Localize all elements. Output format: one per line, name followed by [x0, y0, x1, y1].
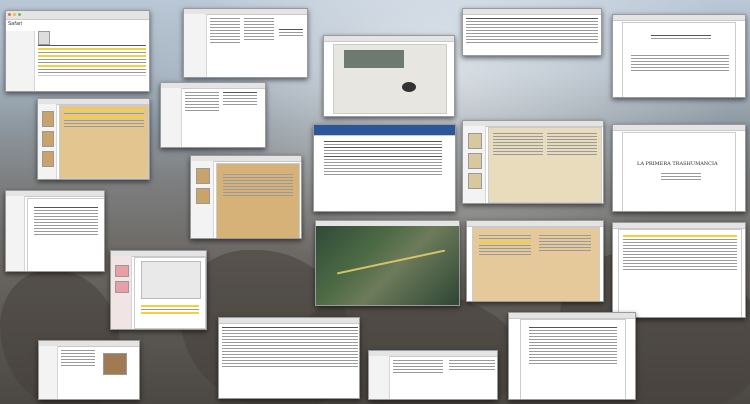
- browser-label: Safari: [8, 21, 23, 27]
- window-finder[interactable]: [38, 340, 140, 400]
- window-browser[interactable]: Safari: [5, 10, 150, 92]
- window-photo-preview[interactable]: [323, 35, 455, 117]
- window-word[interactable]: [313, 124, 456, 212]
- window-finder[interactable]: [183, 8, 308, 78]
- window-document[interactable]: [5, 190, 105, 272]
- window-book[interactable]: [462, 120, 604, 204]
- window-book[interactable]: [466, 220, 604, 302]
- window-document-title[interactable]: LA PRIMERA TRASHUMANCIA: [612, 124, 746, 212]
- window-table[interactable]: [218, 317, 360, 399]
- document-title: LA PRIMERA TRASHUMANCIA: [637, 161, 718, 167]
- window-document[interactable]: [612, 14, 746, 98]
- window-scan[interactable]: [190, 155, 302, 239]
- window-finder[interactable]: [160, 82, 266, 148]
- window-map[interactable]: [315, 220, 460, 306]
- window-document[interactable]: [508, 312, 636, 400]
- window-document[interactable]: [612, 222, 746, 318]
- window-scan[interactable]: [37, 98, 150, 180]
- window-table[interactable]: [462, 8, 602, 56]
- desktop-background: Safari LA PRIMERA TRASHUMANCIA: [0, 0, 750, 404]
- window-pdf-map[interactable]: [110, 250, 207, 330]
- window-finder[interactable]: [368, 350, 498, 400]
